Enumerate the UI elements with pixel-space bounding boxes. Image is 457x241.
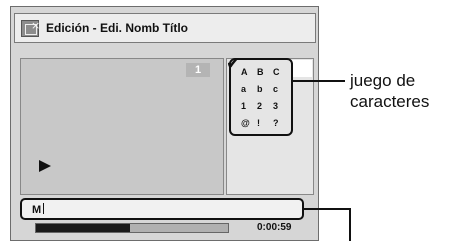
title-edit-icon — [21, 19, 40, 37]
character-row-numbers[interactable]: 1 2 3 — [241, 97, 289, 114]
check-icon: ✔ — [226, 54, 241, 74]
play-icon — [39, 160, 51, 172]
character-set-callout-line — [293, 80, 345, 82]
chapter-number-badge: 1 — [186, 63, 210, 77]
text-caret — [43, 203, 45, 214]
character-key[interactable]: C — [273, 67, 289, 77]
character-key[interactable]: ! — [257, 118, 273, 128]
character-key[interactable]: 3 — [273, 101, 289, 111]
character-key[interactable]: ? — [273, 118, 289, 128]
elapsed-time: 0:00:59 — [257, 222, 292, 233]
character-key[interactable]: A — [241, 67, 257, 77]
screen-title: Edición - Edi. Nomb Títlo — [46, 21, 188, 35]
character-row-uppercase[interactable]: A B C — [241, 63, 289, 80]
character-row-symbols[interactable]: @ ! ? — [241, 114, 289, 131]
character-set-callout-label: juego de caracteres — [350, 71, 430, 111]
character-row-lowercase[interactable]: a b c — [241, 80, 289, 97]
character-key[interactable]: B — [257, 67, 273, 77]
progress-bar — [35, 223, 229, 233]
input-callout-line-horizontal — [304, 208, 350, 210]
input-callout-line-vertical — [349, 208, 351, 241]
character-key[interactable]: a — [241, 84, 257, 94]
video-preview — [20, 58, 224, 195]
character-key[interactable]: 2 — [257, 101, 273, 111]
character-key[interactable]: c — [273, 84, 289, 94]
title-name-value: M — [32, 204, 42, 216]
character-key[interactable]: b — [257, 84, 273, 94]
character-set-grid: A B C a b c 1 2 3 @ ! ? — [241, 63, 289, 131]
progress-bar-fill — [36, 224, 131, 232]
character-key[interactable]: @ — [241, 118, 257, 128]
character-key[interactable]: 1 — [241, 101, 257, 111]
title-name-input[interactable]: M — [20, 198, 304, 220]
side-panel-highlight — [292, 60, 312, 77]
title-bar: Edición - Edi. Nomb Títlo — [14, 13, 316, 43]
